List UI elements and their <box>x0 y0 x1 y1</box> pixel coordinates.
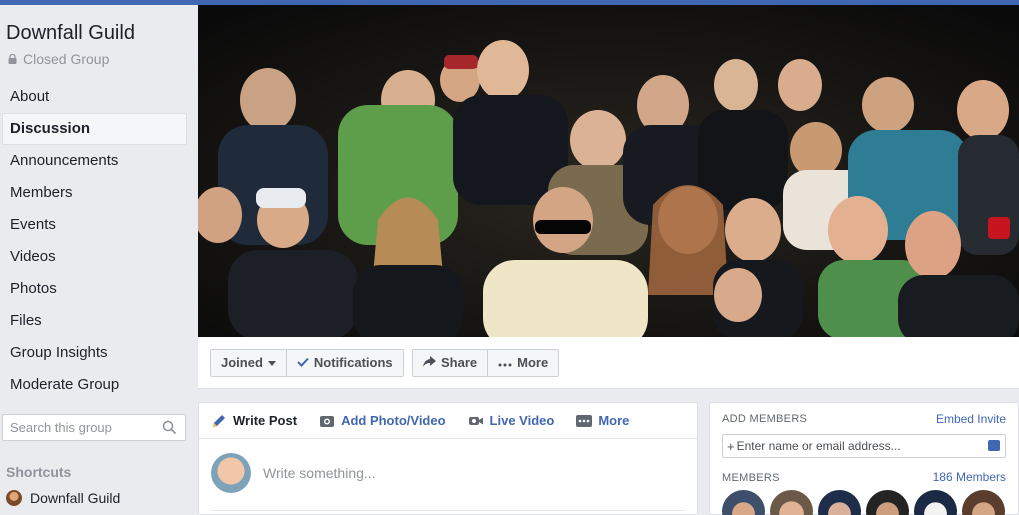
notifications-button[interactable]: Notifications <box>285 350 403 376</box>
more-button[interactable]: More <box>487 350 558 376</box>
group-nav: About Discussion Announcements Members E… <box>2 81 187 401</box>
group-name[interactable]: Downfall Guild <box>6 22 135 45</box>
shortcuts-heading: Shortcuts <box>6 464 72 480</box>
more-label: More <box>517 355 549 370</box>
plus-icon: + <box>727 438 735 454</box>
notifications-label: Notifications <box>313 355 393 370</box>
sidebar-item-photos[interactable]: Photos <box>2 273 187 305</box>
share-label: Share <box>441 355 478 370</box>
composer-divider <box>211 510 685 511</box>
group-search-input[interactable] <box>3 415 153 440</box>
sidebar-item-announcements[interactable]: Announcements <box>2 145 187 177</box>
composer-tabs: Write Post Add Photo/Video Live Video Mo… <box>199 403 697 439</box>
shortcut-item[interactable]: Downfall Guild <box>6 490 120 506</box>
membership-buttons: Joined Notifications <box>210 349 404 377</box>
share-button[interactable]: Share <box>413 350 487 376</box>
group-privacy-label: Closed Group <box>23 51 110 67</box>
sidebar-item-members[interactable]: Members <box>2 177 187 209</box>
member-avatar[interactable] <box>818 490 861 515</box>
add-members-heading: ADD MEMBERS <box>722 413 808 425</box>
tab-more[interactable]: More <box>576 413 629 429</box>
more-dots-icon <box>576 413 593 429</box>
sidebar-item-events[interactable]: Events <box>2 209 187 241</box>
contact-card-icon[interactable] <box>988 440 1000 451</box>
sidebar-item-about[interactable]: About <box>2 81 187 113</box>
members-heading: MEMBERS <box>722 472 780 484</box>
tab-live-video[interactable]: Live Video <box>468 413 555 429</box>
lock-icon <box>8 54 17 64</box>
user-avatar <box>211 453 251 493</box>
sidebar-item-group-insights[interactable]: Group Insights <box>2 337 187 369</box>
sidebar-item-moderate-group[interactable]: Moderate Group <box>2 369 187 401</box>
tab-write-post-label: Write Post <box>233 413 298 428</box>
joined-button[interactable]: Joined <box>211 350 286 376</box>
pencil-icon <box>211 413 227 429</box>
post-composer: Write Post Add Photo/Video Live Video Mo… <box>198 402 698 515</box>
member-avatar[interactable] <box>962 490 1005 515</box>
member-avatar[interactable] <box>914 490 957 515</box>
group-action-bar: Joined Notifications Share More <box>198 337 1019 389</box>
composer-body: Write something... <box>199 439 697 507</box>
group-privacy: Closed Group <box>8 51 109 67</box>
group-search <box>2 414 186 441</box>
member-avatars <box>722 490 1005 515</box>
members-count-link[interactable]: 186 Members <box>933 470 1006 484</box>
sidebar-item-files[interactable]: Files <box>2 305 187 337</box>
tab-write-post[interactable]: Write Post <box>211 413 297 429</box>
group-sidebar: Downfall Guild Closed Group About Discus… <box>0 5 198 515</box>
tab-live-video-label: Live Video <box>489 413 555 428</box>
cover-photo[interactable] <box>198 5 1019 337</box>
ellipsis-icon <box>498 350 512 376</box>
caret-down-icon <box>267 360 276 366</box>
tab-add-photo-video[interactable]: Add Photo/Video <box>319 413 446 429</box>
embed-invite-link[interactable]: Embed Invite <box>936 412 1006 426</box>
shortcut-label: Downfall Guild <box>30 490 121 506</box>
video-camera-icon <box>468 413 484 429</box>
member-avatar[interactable] <box>770 490 813 515</box>
sidebar-item-discussion[interactable]: Discussion <box>2 113 187 145</box>
tab-add-photo-video-label: Add Photo/Video <box>341 413 446 428</box>
add-members-panel: ADD MEMBERS Embed Invite + MEMBERS 186 M… <box>709 402 1019 515</box>
share-icon <box>423 350 436 376</box>
share-more-buttons: Share More <box>412 349 560 377</box>
add-member-field: + <box>722 434 1006 458</box>
tab-more-label: More <box>598 413 630 428</box>
photo-icon <box>319 413 335 429</box>
composer-input[interactable]: Write something... <box>263 465 376 481</box>
member-avatar[interactable] <box>722 490 765 515</box>
check-icon <box>297 350 309 376</box>
add-member-input[interactable] <box>736 439 982 453</box>
search-icon[interactable] <box>162 420 177 435</box>
member-avatar[interactable] <box>866 490 909 515</box>
sidebar-item-videos[interactable]: Videos <box>2 241 187 273</box>
joined-label: Joined <box>221 355 263 370</box>
shortcut-avatar <box>6 490 22 506</box>
